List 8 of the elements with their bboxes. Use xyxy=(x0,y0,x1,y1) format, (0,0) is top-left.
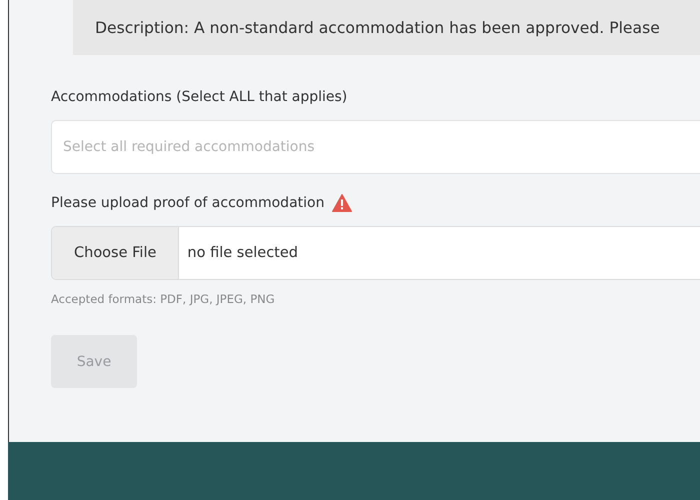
accommodations-select[interactable]: Select all required accommodations xyxy=(51,120,700,174)
file-status: no file selected xyxy=(186,245,298,261)
formats-hint: Accepted formats: PDF, JPG, JPEG, PNG xyxy=(51,292,275,306)
accommodations-label: Accommodations (Select ALL that applies) xyxy=(51,89,348,105)
upload-label: Please upload proof of accommodation xyxy=(51,195,324,211)
description-text: Description: A non-standard accommodation has been approved. Please xyxy=(95,18,660,36)
choose-file-button[interactable]: Choose File xyxy=(52,227,180,279)
file-input[interactable]: Choose File no file selected xyxy=(51,226,700,280)
